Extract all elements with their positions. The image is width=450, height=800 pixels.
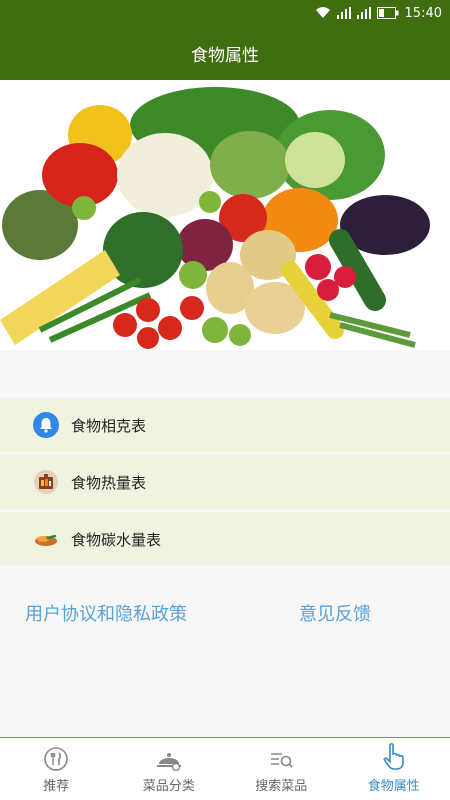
menu-item-food-carbs[interactable]: 食物碳水量表 (0, 512, 450, 566)
dish-cover-icon (155, 745, 183, 771)
vegetables-banner-image (0, 80, 450, 350)
tab-label: 搜索菜品 (255, 779, 308, 794)
tab-food-properties[interactable]: 食物属性 (338, 738, 450, 800)
bottom-tab-bar: 推荐 菜品分类 搜索菜品 食物属性 (0, 737, 450, 800)
food-property-menu: 食物相克表 食物热量表 食物碳水量表 (0, 398, 450, 569)
tab-dish-category[interactable]: 菜品分类 (113, 738, 226, 800)
signal-icon-2 (356, 7, 371, 19)
page-title: 食物属性 (191, 45, 259, 66)
privacy-policy-link[interactable]: 用户协议和隐私政策 (25, 600, 187, 626)
footer-links: 用户协议和隐私政策 意见反馈 (0, 600, 450, 630)
cutlery-icon (44, 745, 69, 771)
app-bar: 食物属性 (0, 26, 450, 80)
menu-item-food-incompatibility[interactable]: 食物相克表 (0, 398, 450, 452)
hand-pointer-icon (382, 743, 406, 771)
status-time: 15:40 (404, 5, 442, 21)
battery-icon (376, 7, 399, 19)
signal-icon (336, 7, 351, 19)
tab-label: 食物属性 (367, 779, 420, 794)
menu-item-label: 食物热量表 (71, 473, 147, 492)
search-list-icon (268, 745, 294, 771)
menu-item-label: 食物碳水量表 (71, 530, 162, 549)
tab-label: 菜品分类 (142, 779, 195, 794)
status-icons: 15:40 (315, 4, 442, 22)
tab-label: 推荐 (43, 779, 70, 794)
menu-item-food-calories[interactable]: 食物热量表 (0, 455, 450, 509)
calorie-chart-icon (33, 469, 59, 495)
tab-search-dish[interactable]: 搜索菜品 (225, 738, 338, 800)
wifi-icon (315, 7, 331, 19)
feedback-link[interactable]: 意见反馈 (299, 600, 371, 626)
status-bar: 15:40 (0, 0, 450, 26)
carb-food-icon (33, 526, 59, 552)
bell-icon (33, 412, 59, 438)
tab-recommend[interactable]: 推荐 (0, 738, 113, 800)
menu-item-label: 食物相克表 (71, 416, 147, 435)
